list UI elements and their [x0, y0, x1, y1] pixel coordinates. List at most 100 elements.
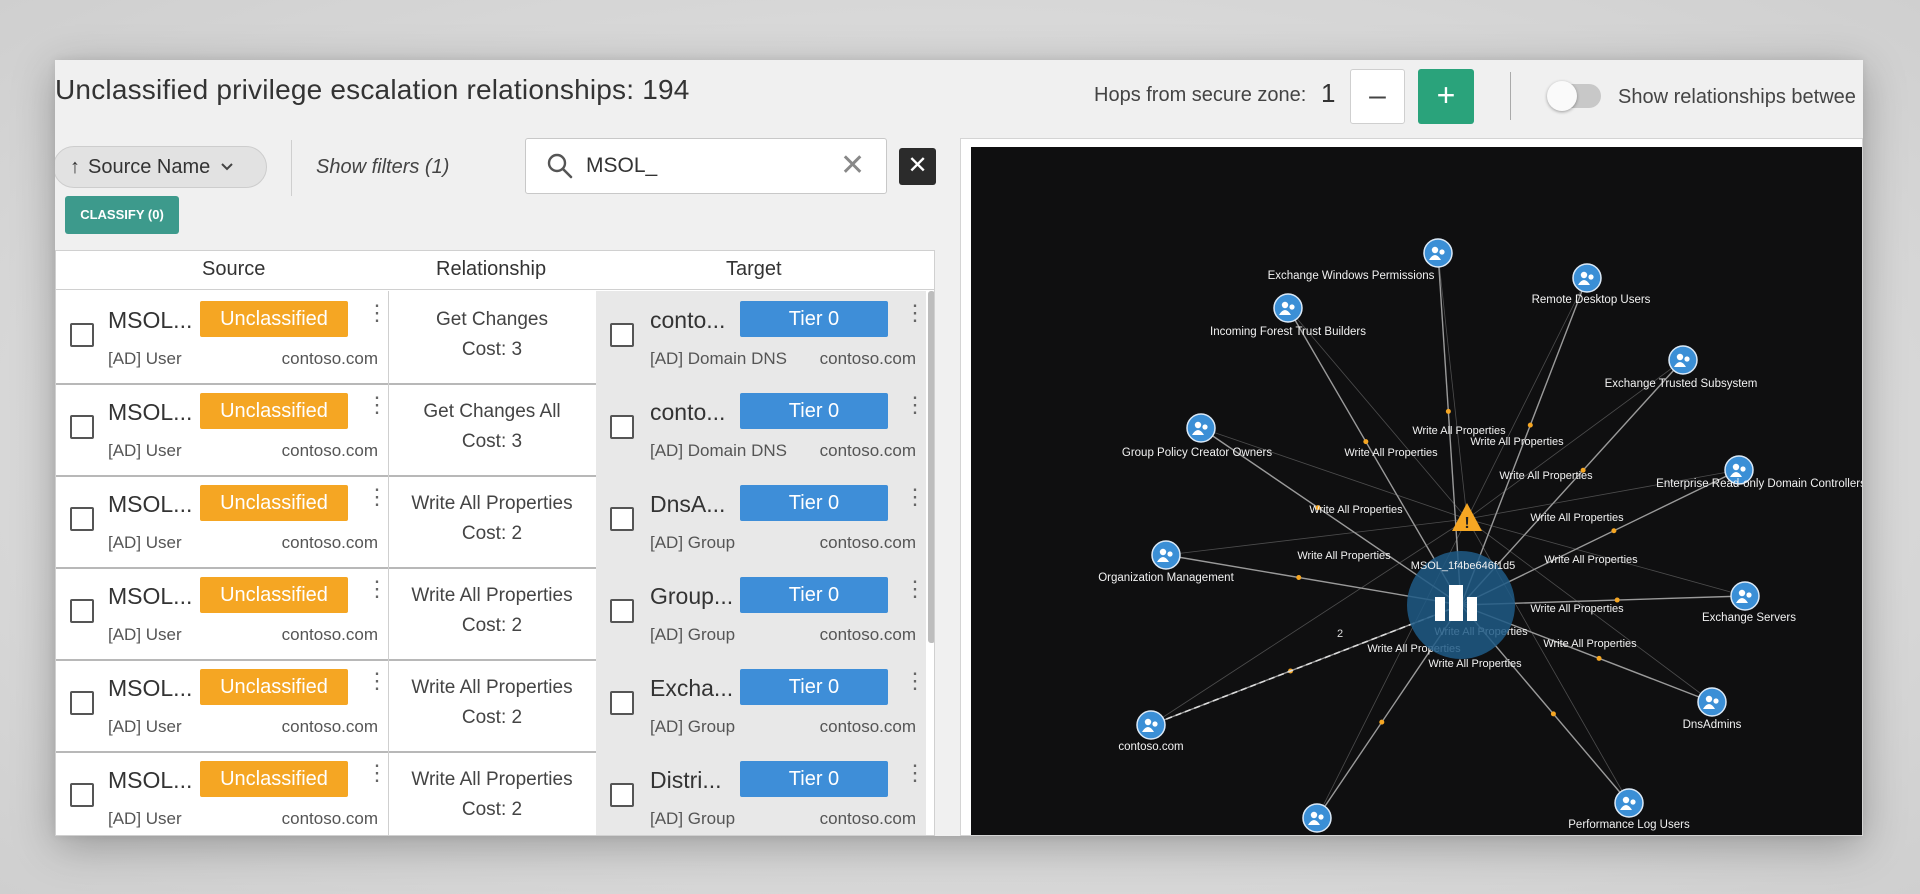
group-node-icon[interactable]: [1423, 238, 1453, 268]
tier-badge[interactable]: Tier 0: [740, 301, 888, 337]
table-scrollbar[interactable]: [928, 291, 934, 643]
target-checkbox[interactable]: [610, 783, 634, 807]
more-options-icon[interactable]: ⋮: [904, 394, 926, 416]
target-cell[interactable]: Distri... Tier 0 ⋮ [AD] Group contoso.com: [596, 751, 926, 835]
target-checkbox[interactable]: [610, 599, 634, 623]
group-node-icon[interactable]: [1668, 345, 1698, 375]
group-node-icon[interactable]: [1136, 710, 1166, 740]
column-header-relationship[interactable]: Relationship: [436, 258, 546, 281]
relationship-cell: Write All Properties Cost: 2: [388, 659, 597, 751]
target-cell[interactable]: DnsA... Tier 0 ⋮ [AD] Group contoso.com: [596, 475, 926, 567]
relationship-name: Write All Properties: [411, 769, 573, 790]
source-name[interactable]: MSOL...: [108, 399, 192, 426]
show-filters-link[interactable]: Show filters (1): [316, 156, 449, 179]
relationship-graph[interactable]: 2 Write All Properties Write All Propertie…: [971, 147, 1863, 836]
tier-badge[interactable]: Tier 0: [740, 761, 888, 797]
classification-badge[interactable]: Unclassified: [200, 393, 348, 429]
group-node-icon[interactable]: [1730, 581, 1760, 611]
table-row[interactable]: MSOL... Unclassified ⋮ [AD] User contoso.com…: [56, 383, 926, 477]
group-node-icon[interactable]: [1273, 293, 1303, 323]
target-checkbox[interactable]: [610, 507, 634, 531]
row-checkbox[interactable]: [70, 599, 94, 623]
classification-badge[interactable]: Unclassified: [200, 761, 348, 797]
source-name[interactable]: MSOL...: [108, 675, 192, 702]
target-cell[interactable]: Group... Tier 0 ⋮ [AD] Group contoso.com: [596, 567, 926, 659]
clear-search-icon[interactable]: ✕: [840, 149, 865, 183]
target-checkbox[interactable]: [610, 415, 634, 439]
target-name[interactable]: conto...: [650, 399, 725, 426]
group-node-icon[interactable]: [1697, 687, 1727, 717]
node-label: Exchange Trusted Subsystem: [1605, 378, 1758, 390]
source-domain: contoso.com: [281, 717, 378, 736]
group-node-icon[interactable]: [1572, 263, 1602, 293]
target-name[interactable]: conto...: [650, 307, 725, 334]
column-header-target[interactable]: Target: [726, 258, 782, 281]
classification-badge[interactable]: Unclassified: [200, 485, 348, 521]
target-name[interactable]: DnsA...: [650, 491, 725, 518]
group-icon: [1202, 424, 1208, 430]
target-checkbox[interactable]: [610, 691, 634, 715]
source-cell[interactable]: MSOL... Unclassified ⋮ [AD] User contoso.com: [56, 659, 389, 751]
decrease-hops-button[interactable]: –: [1350, 69, 1405, 124]
target-name[interactable]: Distri...: [650, 767, 722, 794]
table-row[interactable]: MSOL... Unclassified ⋮ [AD] User contoso.com…: [56, 751, 926, 835]
row-checkbox[interactable]: [70, 507, 94, 531]
tier-badge[interactable]: Tier 0: [740, 669, 888, 705]
more-options-icon[interactable]: ⋮: [366, 670, 388, 692]
target-name[interactable]: Excha...: [650, 675, 733, 702]
more-options-icon[interactable]: ⋮: [366, 578, 388, 600]
close-filter-button[interactable]: ✕: [899, 148, 936, 185]
source-cell[interactable]: MSOL... Unclassified ⋮ [AD] User contoso.com: [56, 751, 389, 835]
increase-hops-button[interactable]: +: [1418, 69, 1474, 124]
row-checkbox[interactable]: [70, 323, 94, 347]
source-cell[interactable]: MSOL... Unclassified ⋮ [AD] User contoso.com: [56, 567, 389, 659]
classify-button[interactable]: CLASSIFY (0): [65, 196, 179, 234]
more-options-icon[interactable]: ⋮: [366, 394, 388, 416]
group-node-icon[interactable]: [1614, 788, 1644, 818]
target-cell[interactable]: conto... Tier 0 ⋮ [AD] Domain DNS contoso.co…: [596, 383, 926, 475]
group-node-icon[interactable]: [1302, 803, 1332, 833]
group-node-icon[interactable]: [1151, 540, 1181, 570]
target-cell[interactable]: conto... Tier 0 ⋮ [AD] Domain DNS contoso.co…: [596, 291, 926, 383]
target-checkbox[interactable]: [610, 323, 634, 347]
source-domain: contoso.com: [281, 625, 378, 644]
group-node-icon[interactable]: [1186, 413, 1216, 443]
target-name[interactable]: Group...: [650, 583, 733, 610]
table-row[interactable]: MSOL... Unclassified ⋮ [AD] User contoso.com…: [56, 567, 926, 661]
row-checkbox[interactable]: [70, 783, 94, 807]
search-input[interactable]: MSOL_: [586, 154, 657, 178]
source-name[interactable]: MSOL...: [108, 491, 192, 518]
show-relationships-toggle[interactable]: [1547, 81, 1601, 111]
row-checkbox[interactable]: [70, 415, 94, 439]
row-checkbox[interactable]: [70, 691, 94, 715]
source-cell[interactable]: MSOL... Unclassified ⋮ [AD] User contoso.com: [56, 291, 389, 383]
more-options-icon[interactable]: ⋮: [366, 486, 388, 508]
search-box[interactable]: MSOL_ ✕: [525, 138, 887, 194]
source-name[interactable]: MSOL...: [108, 583, 192, 610]
table-row[interactable]: MSOL... Unclassified ⋮ [AD] User contoso.com…: [56, 659, 926, 753]
tier-badge[interactable]: Tier 0: [740, 485, 888, 521]
more-options-icon[interactable]: ⋮: [904, 578, 926, 600]
more-options-icon[interactable]: ⋮: [904, 302, 926, 324]
more-options-icon[interactable]: ⋮: [904, 486, 926, 508]
more-options-icon[interactable]: ⋮: [904, 670, 926, 692]
table-row[interactable]: MSOL... Unclassified ⋮ [AD] User contoso.com…: [56, 291, 926, 385]
classification-badge[interactable]: Unclassified: [200, 577, 348, 613]
source-name[interactable]: MSOL...: [108, 307, 192, 334]
more-options-icon[interactable]: ⋮: [366, 762, 388, 784]
more-options-icon[interactable]: ⋮: [904, 762, 926, 784]
source-cell[interactable]: MSOL... Unclassified ⋮ [AD] User contoso.com: [56, 475, 389, 567]
filter-divider: [291, 140, 292, 196]
source-cell[interactable]: MSOL... Unclassified ⋮ [AD] User contoso.com: [56, 383, 389, 475]
tier-badge[interactable]: Tier 0: [740, 577, 888, 613]
target-cell[interactable]: Excha... Tier 0 ⋮ [AD] Group contoso.com: [596, 659, 926, 751]
classification-badge[interactable]: Unclassified: [200, 669, 348, 705]
classification-badge[interactable]: Unclassified: [200, 301, 348, 337]
more-options-icon[interactable]: ⋮: [366, 302, 388, 324]
sort-chip[interactable]: ↑ Source Name: [55, 146, 267, 188]
tier-badge[interactable]: Tier 0: [740, 393, 888, 429]
source-name[interactable]: MSOL...: [108, 767, 192, 794]
graph-canvas[interactable]: 2 Write All Properties Write All Propertie…: [971, 147, 1863, 836]
table-row[interactable]: MSOL... Unclassified ⋮ [AD] User contoso.com…: [56, 475, 926, 569]
column-header-source[interactable]: Source: [202, 258, 265, 281]
